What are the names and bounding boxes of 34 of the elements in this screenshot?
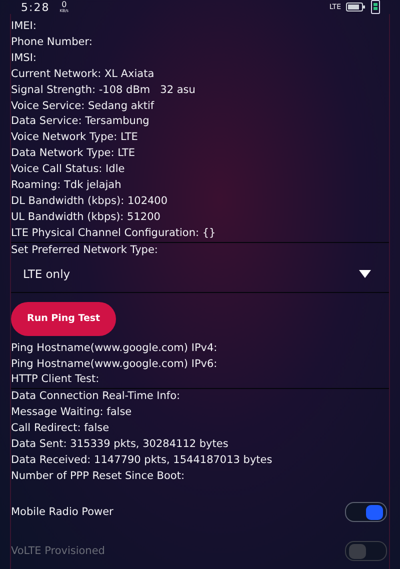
info-text: HTTP Client Test: [11,372,100,388]
info-text: Data Sent: 315339 pkts, 30284112 bytes [11,437,230,452]
field-label: Set Preferred Network Type: [11,242,159,258]
clock-time: 5:28 [21,0,50,14]
info-text: Voice Call Status: Idle [11,162,126,178]
info-text: Data Network Type: LTE [11,146,136,162]
speed-value: 0 [62,1,67,9]
info-text: Current Network: XL Axiata [11,66,156,82]
toggle-label: VoLTE Provisioned [11,545,105,558]
info-text: Voice Network Type: LTE [11,130,139,146]
network-type-dropdown[interactable]: LTE only [17,258,383,290]
info-text: Data Connection Real-Time Info: [11,389,182,404]
info-text: UL Bandwidth (kbps): 51200 [11,210,162,225]
info-text: IMSI: [11,50,38,66]
run-ping-test-button[interactable]: Run Ping Test [11,302,116,336]
info-text: LTE Physical Channel Configuration: {} [11,226,217,241]
info-text: IMEI: [11,19,38,34]
info-text: Data Service: Tersambung [11,114,150,130]
info-text: Call Redirect: false [11,421,110,436]
info-text: Voice Service: Sedang aktif [11,98,156,114]
battery-icon [346,2,366,12]
info-text: Ping Hostname(www.google.com) IPv4: [11,340,218,356]
toggle-switch[interactable] [345,502,387,522]
info-text: Message Waiting: false [11,405,133,420]
info-text: Ping Hostname(www.google.com) IPv6: [11,356,218,372]
info-text: Data Received: 1147790 pkts, 1544187013 bytes [11,452,274,468]
info-text: Number of PPP Reset Since Boot: [11,468,186,484]
toggle-label: Mobile Radio Power [11,506,114,518]
info-text: Roaming: Tdk jelajah [11,178,122,194]
phone-icon [371,0,380,14]
info-text: DL Bandwidth (kbps): 102400 [11,194,169,209]
info-text: Phone Number: [11,34,94,50]
dropdown-caret-icon [359,270,371,278]
info-text: Signal Strength: -108 dBm 32 asu [11,82,196,98]
